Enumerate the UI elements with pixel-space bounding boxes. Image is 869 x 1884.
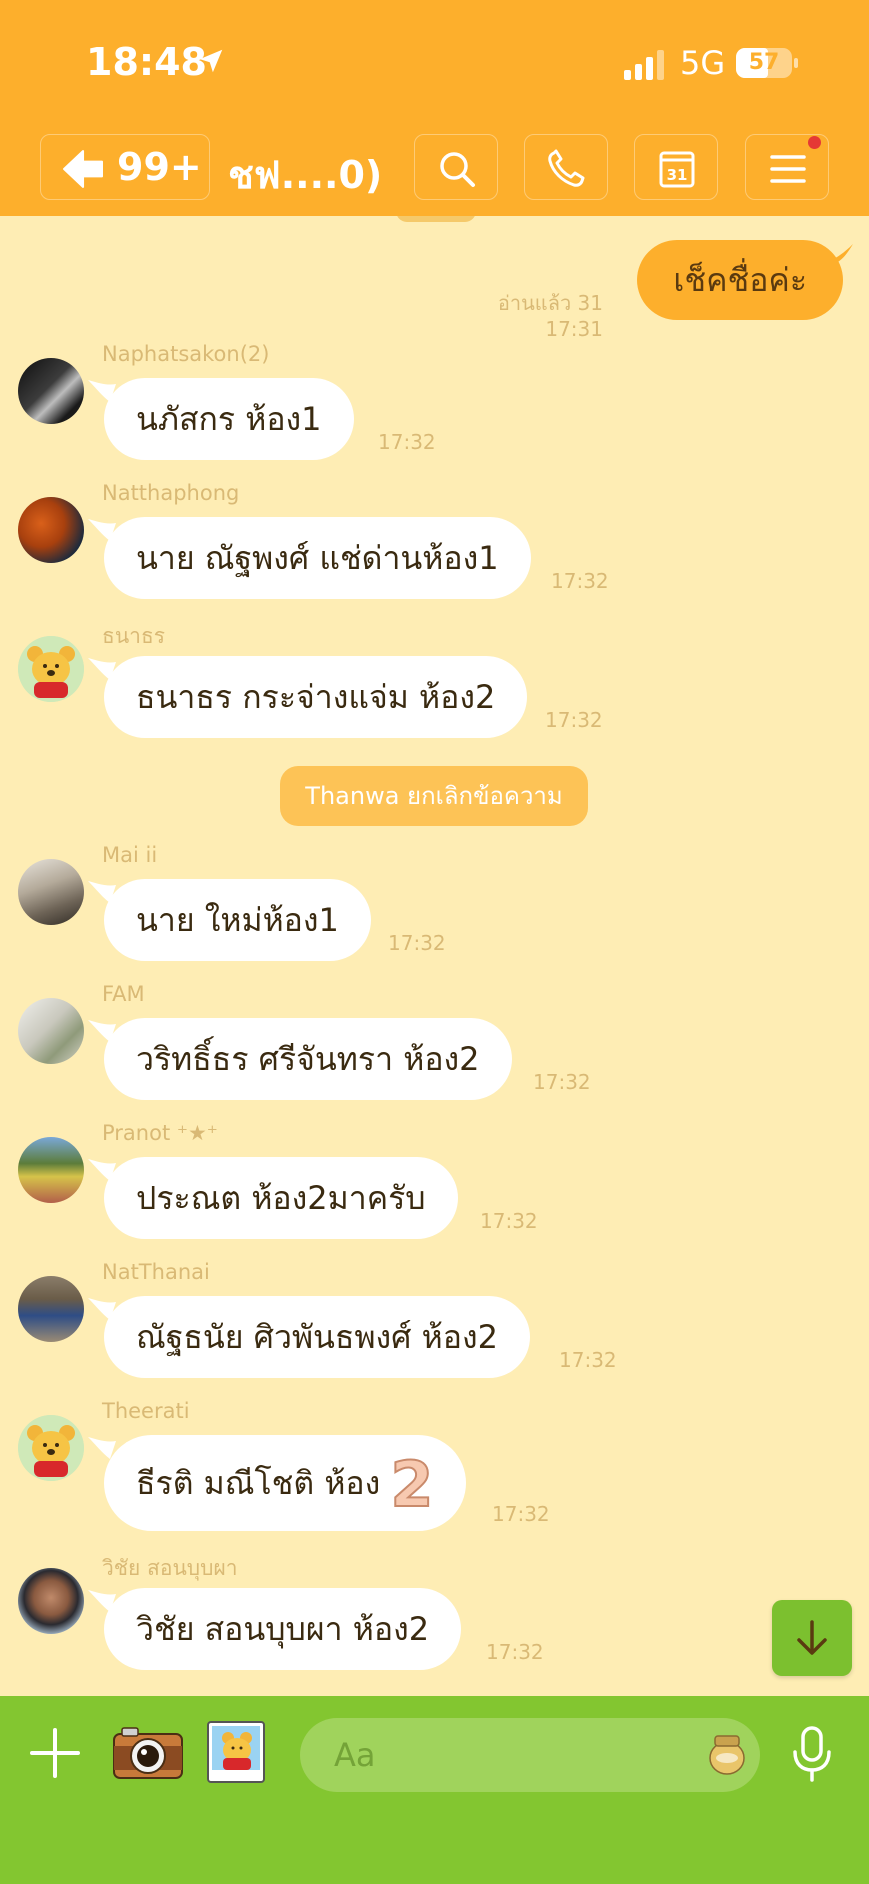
message-bubble[interactable]: นาย ณัฐพงศ์ แช่ด่านห้อง1 (104, 517, 531, 599)
pooh-avatar-icon (18, 1415, 84, 1481)
scroll-down-button[interactable] (772, 1600, 852, 1676)
search-button[interactable] (414, 134, 498, 200)
message-bubble[interactable]: นาย ใหม่ห้อง1 (104, 879, 371, 961)
sender-name: Theerati (102, 1399, 190, 1423)
notification-dot (808, 136, 821, 149)
chat-title[interactable]: ชฟ....0) (228, 144, 382, 205)
avatar[interactable] (18, 1137, 84, 1203)
header-bar: 18:48 5G 57 99+ ชฟ....0) 31 (0, 0, 869, 216)
sender-name: NatThanai (102, 1260, 210, 1284)
sender-name: Natthaphong (102, 481, 240, 505)
arrow-down-icon (797, 1620, 827, 1655)
calendar-button[interactable]: 31 (634, 134, 718, 200)
read-receipt: อ่านแล้ว 31 17:31 (498, 290, 603, 342)
read-count: อ่านแล้ว 31 (497, 291, 603, 315)
plus-icon[interactable] (28, 1726, 82, 1780)
battery-percent: 57 (748, 50, 780, 75)
message-bubble[interactable]: ณัฐธนัย ศิวพันธพงศ์ ห้อง2 (104, 1296, 530, 1378)
call-button[interactable] (524, 134, 608, 200)
message-time: 17:32 (378, 430, 436, 454)
message-bubble[interactable]: ประณต ห้อง2มาครับ (104, 1157, 458, 1239)
chat-area[interactable]: เช็คชื่อค่ะ อ่านแล้ว 31 17:31 Naphatsako… (0, 216, 869, 1696)
network-type: 5G (680, 44, 726, 82)
svg-text:31: 31 (667, 166, 688, 184)
message-time: 17:32 (559, 1348, 617, 1372)
date-pill-partial (396, 216, 476, 222)
menu-icon (770, 155, 806, 183)
phone-icon (548, 149, 585, 187)
status-time: 18:48 (86, 40, 207, 84)
sender-name: Naphatsakon(2) (102, 342, 270, 366)
avatar[interactable] (18, 497, 84, 563)
number-emoji: 2 (389, 1447, 434, 1522)
system-message: Thanwa ยกเลิกข้อความ (280, 766, 588, 826)
bubble-tail (827, 244, 853, 264)
avatar[interactable] (18, 859, 84, 925)
message-time: 17:32 (486, 1640, 544, 1664)
message-input[interactable]: Aa (300, 1718, 760, 1792)
battery-cap (794, 58, 798, 68)
status-bar: 18:48 5G 57 (0, 0, 869, 120)
sender-name: Mai ii (102, 843, 158, 867)
signal-icon (624, 50, 664, 80)
message-bubble[interactable]: ธีรติ มณีโชติ ห้อง 2 (104, 1435, 466, 1531)
outgoing-time: 17:31 (545, 317, 603, 341)
calendar-icon: 31 (659, 151, 695, 188)
location-arrow-icon (199, 49, 223, 73)
message-bubble[interactable]: ธนาธร กระจ่างแจ่ม ห้อง2 (104, 656, 528, 738)
sender-name: ธนาธร (102, 624, 166, 648)
sticker-icon[interactable] (206, 1720, 266, 1784)
avatar[interactable] (18, 1415, 84, 1481)
sender-name: Pranot ⁺★⁺ (102, 1121, 218, 1145)
back-arrow-icon (63, 150, 103, 188)
message-bubble[interactable]: นภัสกร ห้อง1 (104, 378, 354, 460)
avatar[interactable] (18, 998, 84, 1064)
unread-count: 99+ (117, 145, 202, 189)
message-time: 17:32 (533, 1070, 591, 1094)
message-time: 17:32 (545, 708, 603, 732)
avatar[interactable] (18, 636, 84, 702)
back-button[interactable]: 99+ (40, 134, 210, 200)
sender-name: FAM (102, 982, 145, 1006)
message-text: ธีรติ มณีโชติ ห้อง (136, 1464, 381, 1502)
message-bubble[interactable]: วริทธิ์ธร ศรีจันทรา ห้อง2 (104, 1018, 512, 1100)
message-time: 17:32 (551, 569, 609, 593)
message-time: 17:32 (480, 1209, 538, 1233)
outgoing-bubble[interactable]: เช็คชื่อค่ะ (637, 240, 843, 320)
emoji-icon[interactable] (708, 1730, 746, 1776)
pooh-avatar-icon (18, 636, 84, 702)
message-time: 17:32 (492, 1502, 550, 1526)
avatar[interactable] (18, 1568, 84, 1634)
message-time: 17:32 (388, 931, 446, 955)
mic-icon[interactable] (788, 1724, 836, 1784)
avatar[interactable] (18, 358, 84, 424)
search-icon (440, 152, 475, 187)
battery-icon: 57 (736, 48, 792, 78)
message-bubble[interactable]: วิชัย สอนบุบผา ห้อง2 (104, 1588, 462, 1670)
avatar[interactable] (18, 1276, 84, 1342)
sender-name: วิชัย สอนบุบผา (102, 1556, 238, 1580)
camera-icon[interactable] (112, 1724, 184, 1780)
